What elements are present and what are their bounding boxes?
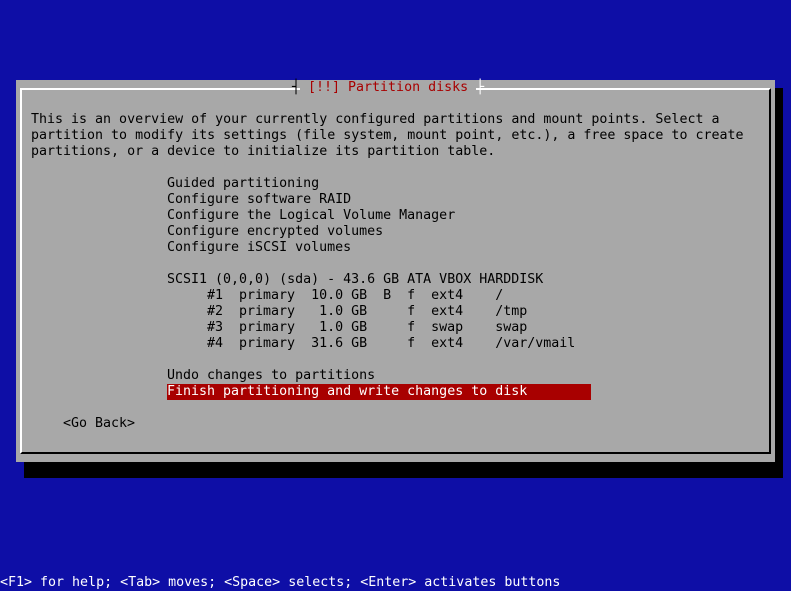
menu-configure-encrypted-volumes[interactable]: Configure encrypted volumes [167,224,383,240]
disk-sda[interactable]: SCSI1 (0,0,0) (sda) - 43.6 GB ATA VBOX H… [167,272,543,288]
description-line-1: This is an overview of your currently co… [31,112,720,127]
menu-finish-partitioning[interactable]: Finish partitioning and write changes to… [167,384,591,400]
menu-undo-changes[interactable]: Undo changes to partitions [167,368,375,384]
dialog-title: [!!] Partition disks [292,80,484,96]
partition-4[interactable]: #4 primary 31.6 GB f ext4 /var/vmail [207,336,575,352]
partition-1[interactable]: #1 primary 10.0 GB B f ext4 / [207,288,503,304]
description-line-3: partitions, or a device to initialize it… [31,144,496,159]
partition-2[interactable]: #2 primary 1.0 GB f ext4 /tmp [207,304,527,320]
menu-configure-iscsi-volumes[interactable]: Configure iSCSI volumes [167,240,351,256]
partition-3[interactable]: #3 primary 1.0 GB f swap swap [207,320,527,336]
menu-guided-partitioning[interactable]: Guided partitioning [167,176,319,192]
go-back-button[interactable]: <Go Back> [63,416,135,432]
partition-disks-dialog: [!!] Partition disks This is an overview… [16,80,775,462]
menu-configure-lvm[interactable]: Configure the Logical Volume Manager [167,208,455,224]
menu-configure-software-raid[interactable]: Configure software RAID [167,192,351,208]
description-line-2: partition to modify its settings (file s… [31,128,744,143]
